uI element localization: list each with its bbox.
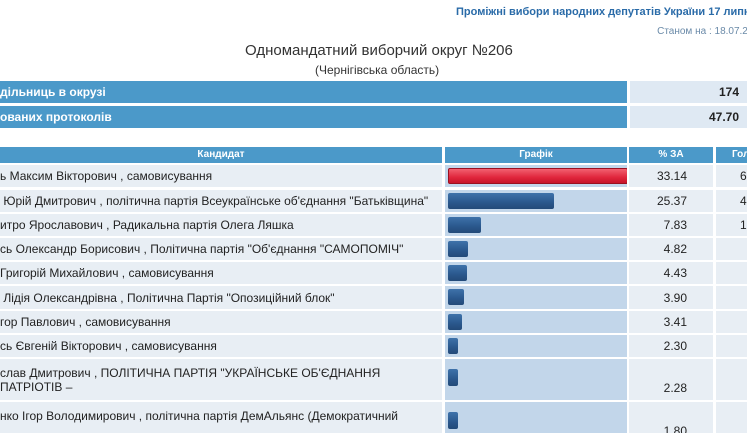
result-bar <box>448 168 627 184</box>
result-bar <box>448 265 467 281</box>
result-chart-cell <box>445 402 627 433</box>
result-bar <box>448 314 462 330</box>
candidate-name: Юрій Дмитрович , політична партія Всеукр… <box>0 190 442 212</box>
votes-value: 6 <box>716 165 747 187</box>
result-chart-cell <box>445 286 627 309</box>
candidate-name: Григорій Михайлович , самовисування <box>0 262 442 284</box>
candidate-name: нко Ігор Володимирович , політична парті… <box>0 402 442 433</box>
result-chart-cell <box>445 335 627 357</box>
result-bar <box>448 412 458 429</box>
votes-value <box>716 359 747 400</box>
summary-label: дільниць в окрузі <box>0 81 627 103</box>
votes-value <box>716 335 747 357</box>
result-chart-cell <box>445 165 627 187</box>
column-header-votes[interactable]: Гол <box>716 147 747 163</box>
candidate-name: слав Дмитрович , ПОЛІТИЧНА ПАРТІЯ "УКРАЇ… <box>0 359 442 400</box>
percent-value: 4.43 <box>629 262 713 284</box>
summary-label: ованих протоколів <box>0 106 627 128</box>
candidate-name: сь Олександр Борисович , Політична парті… <box>0 238 442 260</box>
result-chart-cell <box>445 238 627 260</box>
column-header-percent[interactable]: % ЗА <box>629 147 713 163</box>
column-header-chart[interactable]: Графік <box>445 147 627 163</box>
result-bar <box>448 193 554 209</box>
percent-value: 4.82 <box>629 238 713 260</box>
candidate-name: Лідія Олександрівна , Політична Партія "… <box>0 286 442 309</box>
votes-value <box>716 286 747 309</box>
result-bar <box>448 369 458 386</box>
result-bar <box>448 217 481 233</box>
result-chart-cell <box>445 214 627 236</box>
candidate-name: ь Максим Вікторович , самовисування <box>0 165 442 187</box>
result-bar <box>448 241 468 257</box>
percent-value: 25.37 <box>629 190 713 212</box>
summary-value: 174 <box>630 81 747 103</box>
percent-value: 1.80 <box>629 402 713 433</box>
percent-value: 2.30 <box>629 335 713 357</box>
candidate-name: итро Ярославович , Радикальна партія Оле… <box>0 214 442 236</box>
column-header-candidate[interactable]: Кандидат <box>0 147 442 163</box>
votes-value <box>716 238 747 260</box>
percent-value: 3.90 <box>629 286 713 309</box>
votes-value: 4 <box>716 190 747 212</box>
percent-value: 33.14 <box>629 165 713 187</box>
election-title[interactable]: Проміжні вибори народних депутатів Украї… <box>456 6 747 18</box>
candidate-name: гор Павлович , самовисування <box>0 311 442 333</box>
percent-value: 7.83 <box>629 214 713 236</box>
result-chart-cell <box>445 311 627 333</box>
votes-value <box>716 262 747 284</box>
result-chart-cell <box>445 190 627 212</box>
status-timestamp: Станом на : 18.07.201 <box>657 26 747 37</box>
result-bar <box>448 338 458 354</box>
page-title: Одномандатний виборчий округ №206 <box>245 42 513 59</box>
votes-value <box>716 311 747 333</box>
result-chart-cell <box>445 359 627 400</box>
result-bar <box>448 289 464 305</box>
summary-row-stations: дільниць в окрузі 174 <box>0 81 747 103</box>
candidate-name: сь Євгеній Вікторович , самовисування <box>0 335 442 357</box>
percent-value: 2.28 <box>629 359 713 400</box>
percent-value: 3.41 <box>629 311 713 333</box>
summary-row-protocols: ованих протоколів 47.70 <box>0 106 747 128</box>
votes-value: 1 <box>716 214 747 236</box>
votes-value <box>716 402 747 433</box>
result-chart-cell <box>445 262 627 284</box>
region-subtitle: (Чернігівська область) <box>315 63 440 77</box>
summary-value: 47.70 <box>630 106 747 128</box>
